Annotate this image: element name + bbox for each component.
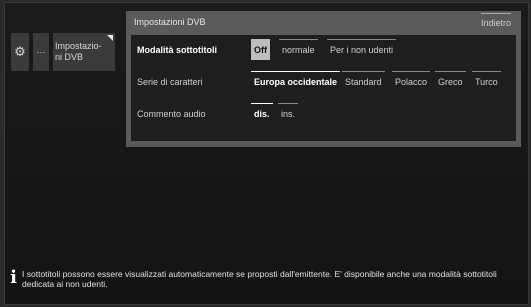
corner-marker-icon (107, 35, 113, 41)
more-crumb[interactable]: ··· (33, 33, 49, 71)
charset-option-western-europe[interactable]: Europa occidentale (251, 71, 341, 92)
info-icon: i (10, 267, 17, 288)
charset-option-greek[interactable]: Greco (435, 71, 466, 92)
dvb-settings-panel: Impostazioni DVB Indietro Modalità sotto… (126, 11, 521, 147)
charset-option-standard[interactable]: Standard (342, 71, 385, 92)
subtitles-option-normal[interactable]: normale (279, 39, 318, 60)
charset-option-turkish[interactable]: Turco (472, 71, 501, 92)
info-text: I sottotitoli possono essere visualizzat… (22, 269, 497, 289)
panel-title: Impostazioni DVB (134, 17, 206, 27)
settings-list: Modalità sottotitoli Off normale Per i n… (131, 35, 516, 141)
subtitles-option-off[interactable]: Off (251, 39, 270, 60)
audio-commentary-option-on[interactable]: ins. (278, 103, 299, 124)
charset-option-polish[interactable]: Polacco (392, 71, 431, 92)
info-bar: i I sottotitoli possono essere visualizz… (9, 265, 529, 290)
back-button[interactable]: Indietro (480, 13, 511, 28)
settings-crumb[interactable]: ⚙ (11, 33, 29, 71)
gear-icon: ⚙ (14, 44, 26, 59)
audio-commentary-label: Commento audio (137, 109, 206, 119)
audio-commentary-option-off[interactable]: dis. (251, 103, 273, 124)
dvb-settings-crumb[interactable]: Impostazio-ni DVB (53, 33, 115, 71)
breadcrumb: ⚙ ··· Impostazio-ni DVB (11, 33, 115, 71)
subtitles-option-hearing-impaired[interactable]: Per i non udenti (327, 39, 397, 60)
audio-commentary-row[interactable]: Commento audio dis. ins. (131, 103, 516, 125)
charset-label: Serie di caratteri (137, 77, 203, 87)
tv-screen: ⚙ ··· Impostazio-ni DVB Impostazioni DVB… (4, 2, 529, 305)
subtitles-label: Modalità sottotitoli (137, 45, 217, 55)
charset-row[interactable]: Serie di caratteri Europa occidentale St… (131, 71, 516, 93)
dvb-crumb-label: Impostazio-ni DVB (55, 41, 102, 62)
subtitles-row[interactable]: Modalità sottotitoli Off normale Per i n… (131, 39, 516, 61)
more-label: ··· (36, 47, 46, 57)
